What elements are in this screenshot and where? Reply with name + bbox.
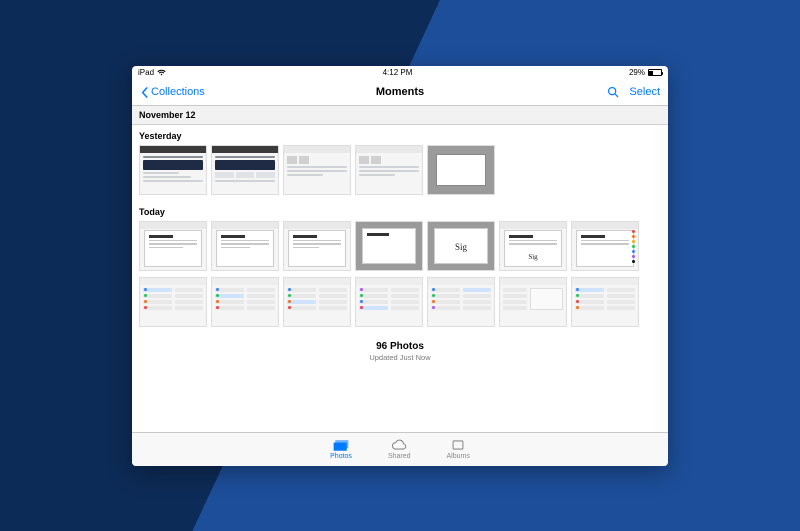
- battery-pct: 29%: [629, 68, 645, 77]
- device-label: iPad: [138, 68, 154, 77]
- library-summary: 96 Photos Updated Just Now: [132, 333, 668, 368]
- search-icon[interactable]: [607, 86, 619, 98]
- tab-label: Shared: [388, 453, 411, 460]
- photo-thumbnail[interactable]: [283, 277, 351, 327]
- photo-thumbnail[interactable]: [571, 221, 639, 271]
- back-label: Collections: [151, 86, 205, 98]
- section-date-header: November 12: [132, 106, 668, 125]
- chevron-back-icon: [140, 87, 149, 98]
- photo-thumbnail[interactable]: [355, 277, 423, 327]
- photo-count: 96 Photos: [132, 341, 668, 352]
- albums-icon: [449, 438, 467, 452]
- group-label-yesterday: Yesterday: [132, 125, 668, 145]
- thumb-row-today-1: Sig Sig: [132, 221, 668, 277]
- photo-thumbnail[interactable]: [139, 145, 207, 195]
- tab-bar: Photos Shared Albums: [132, 432, 668, 466]
- tab-photos[interactable]: Photos: [330, 438, 352, 460]
- photo-thumbnail[interactable]: [499, 277, 567, 327]
- photo-thumbnail[interactable]: Sig: [427, 221, 495, 271]
- photo-thumbnail[interactable]: [283, 221, 351, 271]
- select-button[interactable]: Select: [629, 86, 660, 98]
- tab-label: Photos: [330, 453, 352, 460]
- photo-thumbnail[interactable]: [355, 221, 423, 271]
- tab-label: Albums: [447, 453, 470, 460]
- cloud-icon: [390, 438, 408, 452]
- photo-thumbnail[interactable]: [571, 277, 639, 327]
- battery-icon: [648, 69, 662, 76]
- content-scroll[interactable]: Yesterday: [132, 125, 668, 432]
- photo-thumbnail[interactable]: [427, 145, 495, 195]
- thumb-row-yesterday: [132, 145, 668, 201]
- photo-thumbnail[interactable]: [139, 221, 207, 271]
- nav-bar: Collections Moments Select: [132, 80, 668, 106]
- photo-thumbnail[interactable]: [355, 145, 423, 195]
- tab-shared[interactable]: Shared: [388, 438, 411, 460]
- back-button[interactable]: Collections: [140, 86, 205, 98]
- tab-albums[interactable]: Albums: [447, 438, 470, 460]
- clock: 4:12 PM: [383, 68, 413, 77]
- group-label-today: Today: [132, 201, 668, 221]
- page-background: iPad 4:12 PM 29% Collections Moments Sel…: [0, 0, 800, 531]
- photo-thumbnail[interactable]: Sig: [499, 221, 567, 271]
- page-title: Moments: [376, 86, 424, 98]
- status-bar: iPad 4:12 PM 29%: [132, 66, 668, 80]
- photo-thumbnail[interactable]: [211, 277, 279, 327]
- thumb-row-today-2: [132, 277, 668, 333]
- photo-thumbnail[interactable]: [139, 277, 207, 327]
- photo-thumbnail[interactable]: [427, 277, 495, 327]
- photo-thumbnail[interactable]: [283, 145, 351, 195]
- photo-thumbnail[interactable]: [211, 145, 279, 195]
- updated-label: Updated Just Now: [132, 353, 668, 362]
- photo-thumbnail[interactable]: [211, 221, 279, 271]
- ipad-frame: iPad 4:12 PM 29% Collections Moments Sel…: [132, 66, 668, 466]
- photos-icon: [332, 438, 350, 452]
- wifi-icon: [157, 69, 166, 76]
